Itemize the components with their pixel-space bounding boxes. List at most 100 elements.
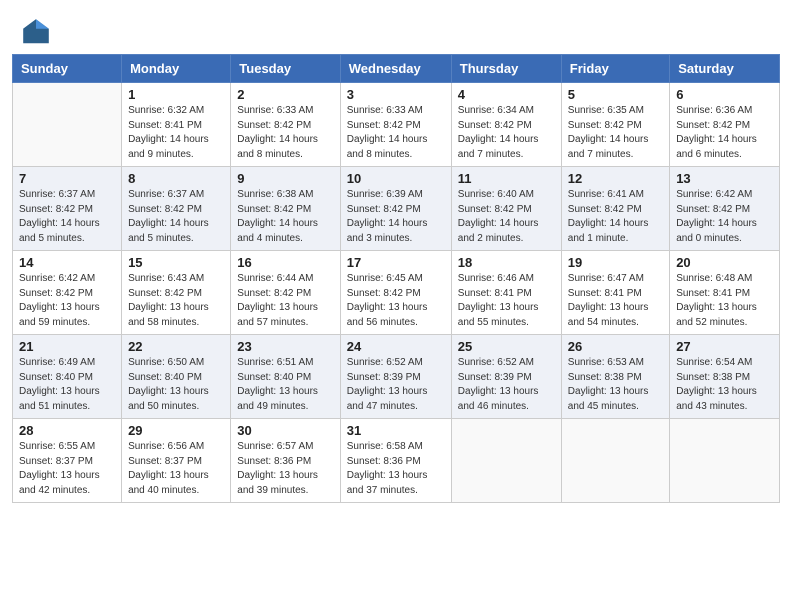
- day-number: 2: [237, 87, 333, 102]
- calendar-cell: 27 Sunrise: 6:54 AMSunset: 8:38 PMDayligh…: [670, 335, 780, 419]
- calendar-cell: 12Sunrise: 6:41 AMSunset: 8:42 PMDayligh…: [561, 167, 669, 251]
- day-info: Sunrise: 6:40 AMSunset: 8:42 PMDaylight:…: [458, 188, 555, 246]
- day-number: 5: [568, 87, 663, 102]
- day-info: Sunrise: 6:43 AMSunset: 8:42 PMDaylight:…: [128, 272, 224, 330]
- week-row-3: 14Sunrise: 6:42 AMSunset: 8:42 PMDayligh…: [13, 251, 780, 335]
- calendar-cell: [451, 419, 561, 503]
- calendar-cell: 9 Sunrise: 6:38 AMSunset: 8:42 PMDaylight…: [231, 167, 340, 251]
- calendar-cell: 14Sunrise: 6:42 AMSunset: 8:42 PMDayligh…: [13, 251, 122, 335]
- week-row-2: 7 Sunrise: 6:37 AMSunset: 8:42 PMDaylight…: [13, 167, 780, 251]
- calendar-body: 1 Sunrise: 6:32 AMSunset: 8:41 PMDaylight…: [13, 83, 780, 503]
- day-info: Sunrise: 6:32 AMSunset: 8:41 PMDaylight:…: [128, 104, 224, 162]
- day-number: 13: [676, 171, 773, 186]
- calendar-cell: 18Sunrise: 6:46 AMSunset: 8:41 PMDayligh…: [451, 251, 561, 335]
- day-number: 25: [458, 339, 555, 354]
- calendar-cell: 31 Sunrise: 6:58 AMSunset: 8:36 PMDayligh…: [340, 419, 451, 503]
- calendar-cell: [670, 419, 780, 503]
- logo: [20, 16, 56, 48]
- calendar-cell: 1 Sunrise: 6:32 AMSunset: 8:41 PMDaylight…: [122, 83, 231, 167]
- week-row-4: 21 Sunrise: 6:49 AMSunset: 8:40 PMDayligh…: [13, 335, 780, 419]
- day-number: 26: [568, 339, 663, 354]
- calendar-cell: 22 Sunrise: 6:50 AMSunset: 8:40 PMDayligh…: [122, 335, 231, 419]
- day-info: Sunrise: 6:35 AMSunset: 8:42 PMDaylight:…: [568, 104, 663, 162]
- day-number: 16: [237, 255, 333, 270]
- day-number: 22: [128, 339, 224, 354]
- calendar-cell: 29Sunrise: 6:56 AMSunset: 8:37 PMDayligh…: [122, 419, 231, 503]
- calendar-cell: 26 Sunrise: 6:53 AMSunset: 8:38 PMDayligh…: [561, 335, 669, 419]
- day-number: 14: [19, 255, 115, 270]
- calendar-cell: 28 Sunrise: 6:55 AMSunset: 8:37 PMDayligh…: [13, 419, 122, 503]
- day-number: 10: [347, 171, 445, 186]
- day-info: Sunrise: 6:53 AMSunset: 8:38 PMDaylight:…: [568, 356, 663, 414]
- weekday-header-thursday: Thursday: [451, 55, 561, 83]
- weekday-header-sunday: Sunday: [13, 55, 122, 83]
- calendar-cell: 21 Sunrise: 6:49 AMSunset: 8:40 PMDayligh…: [13, 335, 122, 419]
- day-info: Sunrise: 6:49 AMSunset: 8:40 PMDaylight:…: [19, 356, 115, 414]
- header: [0, 0, 792, 54]
- day-number: 3: [347, 87, 445, 102]
- day-number: 6: [676, 87, 773, 102]
- calendar-cell: 7Sunrise: 6:37 AMSunset: 8:42 PMDaylight…: [13, 167, 122, 251]
- logo-icon: [20, 16, 52, 48]
- calendar-cell: [561, 419, 669, 503]
- weekday-header-monday: Monday: [122, 55, 231, 83]
- day-info: Sunrise: 6:54 AMSunset: 8:38 PMDaylight:…: [676, 356, 773, 414]
- calendar-cell: [13, 83, 122, 167]
- week-row-5: 28 Sunrise: 6:55 AMSunset: 8:37 PMDayligh…: [13, 419, 780, 503]
- calendar-cell: 20 Sunrise: 6:48 AMSunset: 8:41 PMDayligh…: [670, 251, 780, 335]
- day-number: 31: [347, 423, 445, 438]
- calendar-cell: 5 Sunrise: 6:35 AMSunset: 8:42 PMDaylight…: [561, 83, 669, 167]
- day-info: Sunrise: 6:38 AMSunset: 8:42 PMDaylight:…: [237, 188, 333, 246]
- day-number: 23: [237, 339, 333, 354]
- calendar-cell: 15 Sunrise: 6:43 AMSunset: 8:42 PMDayligh…: [122, 251, 231, 335]
- day-number: 8: [128, 171, 224, 186]
- week-row-1: 1 Sunrise: 6:32 AMSunset: 8:41 PMDaylight…: [13, 83, 780, 167]
- calendar-cell: 17Sunrise: 6:45 AMSunset: 8:42 PMDayligh…: [340, 251, 451, 335]
- calendar-cell: 24Sunrise: 6:52 AMSunset: 8:39 PMDayligh…: [340, 335, 451, 419]
- day-number: 11: [458, 171, 555, 186]
- calendar-cell: 11 Sunrise: 6:40 AMSunset: 8:42 PMDayligh…: [451, 167, 561, 251]
- day-info: Sunrise: 6:34 AMSunset: 8:42 PMDaylight:…: [458, 104, 555, 162]
- calendar-cell: 30Sunrise: 6:57 AMSunset: 8:36 PMDayligh…: [231, 419, 340, 503]
- day-info: Sunrise: 6:37 AMSunset: 8:42 PMDaylight:…: [128, 188, 224, 246]
- day-number: 21: [19, 339, 115, 354]
- weekday-row: SundayMondayTuesdayWednesdayThursdayFrid…: [13, 55, 780, 83]
- day-info: Sunrise: 6:42 AMSunset: 8:42 PMDaylight:…: [676, 188, 773, 246]
- day-number: 27: [676, 339, 773, 354]
- calendar-cell: 2 Sunrise: 6:33 AMSunset: 8:42 PMDaylight…: [231, 83, 340, 167]
- day-number: 24: [347, 339, 445, 354]
- day-number: 19: [568, 255, 663, 270]
- calendar-cell: 3 Sunrise: 6:33 AMSunset: 8:42 PMDaylight…: [340, 83, 451, 167]
- calendar-cell: 8 Sunrise: 6:37 AMSunset: 8:42 PMDaylight…: [122, 167, 231, 251]
- day-info: Sunrise: 6:46 AMSunset: 8:41 PMDaylight:…: [458, 272, 555, 330]
- weekday-header-friday: Friday: [561, 55, 669, 83]
- calendar-header: SundayMondayTuesdayWednesdayThursdayFrid…: [13, 55, 780, 83]
- day-number: 1: [128, 87, 224, 102]
- day-info: Sunrise: 6:47 AMSunset: 8:41 PMDaylight:…: [568, 272, 663, 330]
- day-info: Sunrise: 6:36 AMSunset: 8:42 PMDaylight:…: [676, 104, 773, 162]
- day-number: 28: [19, 423, 115, 438]
- day-info: Sunrise: 6:52 AMSunset: 8:39 PMDaylight:…: [458, 356, 555, 414]
- calendar-cell: 6 Sunrise: 6:36 AMSunset: 8:42 PMDaylight…: [670, 83, 780, 167]
- day-number: 7: [19, 171, 115, 186]
- day-number: 12: [568, 171, 663, 186]
- day-number: 17: [347, 255, 445, 270]
- calendar-cell: 4 Sunrise: 6:34 AMSunset: 8:42 PMDaylight…: [451, 83, 561, 167]
- day-info: Sunrise: 6:58 AMSunset: 8:36 PMDaylight:…: [347, 440, 445, 498]
- day-info: Sunrise: 6:55 AMSunset: 8:37 PMDaylight:…: [19, 440, 115, 498]
- day-number: 29: [128, 423, 224, 438]
- day-info: Sunrise: 6:33 AMSunset: 8:42 PMDaylight:…: [237, 104, 333, 162]
- day-info: Sunrise: 6:39 AMSunset: 8:42 PMDaylight:…: [347, 188, 445, 246]
- day-info: Sunrise: 6:48 AMSunset: 8:41 PMDaylight:…: [676, 272, 773, 330]
- day-info: Sunrise: 6:51 AMSunset: 8:40 PMDaylight:…: [237, 356, 333, 414]
- day-info: Sunrise: 6:33 AMSunset: 8:42 PMDaylight:…: [347, 104, 445, 162]
- day-number: 20: [676, 255, 773, 270]
- day-number: 9: [237, 171, 333, 186]
- calendar-cell: 25 Sunrise: 6:52 AMSunset: 8:39 PMDayligh…: [451, 335, 561, 419]
- day-info: Sunrise: 6:50 AMSunset: 8:40 PMDaylight:…: [128, 356, 224, 414]
- weekday-header-saturday: Saturday: [670, 55, 780, 83]
- day-number: 30: [237, 423, 333, 438]
- calendar-table: SundayMondayTuesdayWednesdayThursdayFrid…: [12, 54, 780, 503]
- day-number: 4: [458, 87, 555, 102]
- day-number: 15: [128, 255, 224, 270]
